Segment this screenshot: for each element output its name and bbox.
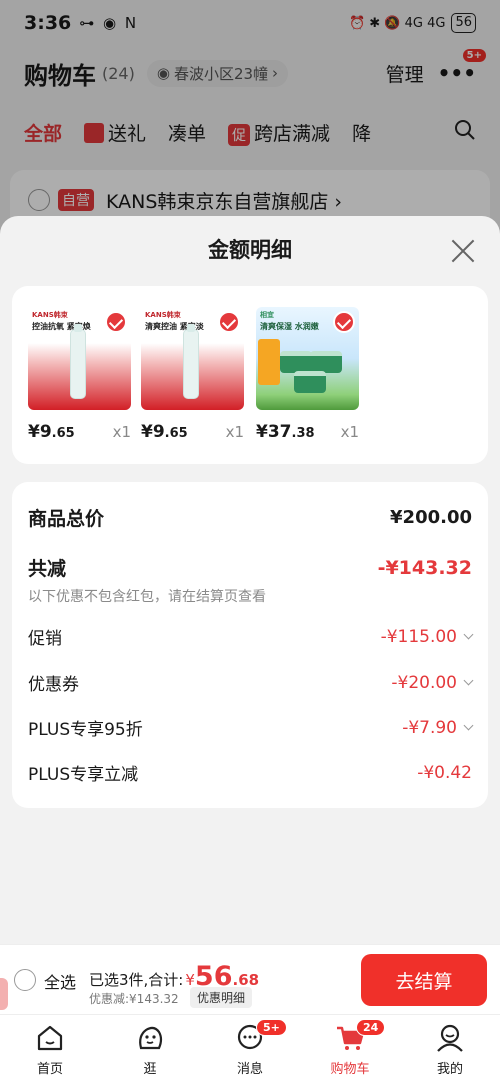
coupon-label: 优惠券 xyxy=(28,675,79,695)
bottom-nav: 首页 逛 消息 5+ 购物车 24 我的 xyxy=(0,1014,500,1083)
nav-home[interactable]: 首页 xyxy=(0,1015,100,1083)
nav-profile[interactable]: 我的 xyxy=(400,1015,500,1083)
total-discount-row: 共减 -¥143.32 xyxy=(28,554,472,581)
nav-label: 逛 xyxy=(143,1061,157,1077)
discount-detail-button[interactable]: 优惠明细 xyxy=(190,987,253,1008)
product-thumbnail: KANS韩束 控油抗氧 紧实焕 xyxy=(28,307,131,410)
bottle-image xyxy=(183,324,199,399)
check-icon xyxy=(333,311,355,333)
plus95-label: PLUS专享95折 xyxy=(28,720,143,740)
plus95-row[interactable]: PLUS专享95折 -¥7.90 xyxy=(28,715,474,740)
total-discount-label: 共减 xyxy=(28,558,67,580)
nav-messages[interactable]: 消息 5+ xyxy=(200,1015,300,1083)
savings-text: 优惠减:¥143.32 xyxy=(89,992,179,1006)
total-price-row: 商品总价 ¥200.00 xyxy=(28,504,472,531)
chevron-down-icon xyxy=(463,675,474,686)
coupon-row[interactable]: 优惠券 -¥20.00 xyxy=(28,670,474,695)
check-icon xyxy=(105,311,127,333)
product-price: ¥37.38 xyxy=(256,422,315,442)
nav-label: 首页 xyxy=(36,1061,63,1077)
total-price-label: 商品总价 xyxy=(28,508,105,530)
promo-row[interactable]: 促销 -¥115.00 xyxy=(28,624,474,649)
promo-value: -¥115.00 xyxy=(381,627,474,647)
discount-note: 以下优惠不包含红包，请在结算页查看 xyxy=(28,589,266,605)
cart-badge: 24 xyxy=(356,1019,386,1036)
check-icon xyxy=(218,311,240,333)
promo-label: 促销 xyxy=(28,629,62,649)
plus-off-label: PLUS专享立减 xyxy=(28,765,139,785)
plus-off-row: PLUS专享立减 -¥0.42 xyxy=(28,760,472,786)
profile-icon xyxy=(437,1024,463,1052)
amount-detail-sheet: 金额明细 KANS韩束 控油抗氧 紧实焕 ¥9.65 x1 KANS韩束 清爽控… xyxy=(0,216,500,944)
message-badge: 5+ xyxy=(256,1019,287,1036)
amount-summary: 商品总价 ¥200.00 共减 -¥143.32 以下优惠不包含红包，请在结算页… xyxy=(12,482,488,808)
jars-image xyxy=(276,347,346,395)
home-icon xyxy=(37,1025,63,1050)
plus95-value: -¥7.90 xyxy=(402,718,474,738)
product-brand: 相宜 xyxy=(260,311,274,319)
nav-label: 购物车 xyxy=(330,1061,370,1077)
product-qty: x1 xyxy=(112,423,131,441)
nav-label: 我的 xyxy=(436,1061,463,1077)
product-brand: KANS韩束 xyxy=(145,311,181,319)
browse-icon xyxy=(139,1026,163,1049)
product-qty: x1 xyxy=(340,423,359,441)
total-discount-value: -¥143.32 xyxy=(377,556,472,579)
product-thumbnail: 相宜 清爽保湿 水润嫩 xyxy=(256,307,359,410)
product-item[interactable]: KANS韩束 控油抗氧 紧实焕 ¥9.65 x1 xyxy=(28,307,131,442)
product-list: KANS韩束 控油抗氧 紧实焕 ¥9.65 x1 KANS韩束 清爽控油 紧实淡… xyxy=(12,286,488,464)
chevron-down-icon xyxy=(463,720,474,731)
product-item[interactable]: KANS韩束 清爽控油 紧实淡 ¥9.65 x1 xyxy=(141,307,244,442)
select-all-checkbox[interactable] xyxy=(14,969,36,991)
nav-cart[interactable]: 购物车 24 xyxy=(300,1015,400,1083)
coupon-value: -¥20.00 xyxy=(391,673,474,693)
nav-browse[interactable]: 逛 xyxy=(100,1015,200,1083)
selected-text: 已选3件,合计: xyxy=(89,971,184,989)
nav-label: 消息 xyxy=(236,1061,263,1077)
select-all-label[interactable]: 全选 xyxy=(44,969,76,993)
sheet-title: 金额明细 xyxy=(208,238,292,262)
product-brand: KANS韩束 xyxy=(32,311,68,319)
product-price: ¥9.65 xyxy=(28,422,75,442)
checkout-button[interactable]: 去结算 xyxy=(361,954,487,1006)
checkout-bar: 全选 已选3件,合计: ¥ 56 .68 优惠减:¥143.32 优惠明细 去结… xyxy=(0,944,500,1014)
product-thumbnail: KANS韩束 清爽控油 紧实淡 xyxy=(141,307,244,410)
total-price-value: ¥200.00 xyxy=(390,507,472,528)
product-price: ¥9.65 xyxy=(141,422,188,442)
bottle-image xyxy=(70,324,86,399)
product-qty: x1 xyxy=(225,423,244,441)
floating-side-tab[interactable] xyxy=(0,978,8,1010)
chevron-down-icon xyxy=(463,629,474,640)
plus-off-value: -¥0.42 xyxy=(417,762,472,783)
product-item[interactable]: 相宜 清爽保湿 水润嫩 ¥37.38 x1 xyxy=(256,307,359,442)
close-icon[interactable] xyxy=(450,238,476,264)
product-slogan: 清爽保湿 水润嫩 xyxy=(260,322,319,331)
